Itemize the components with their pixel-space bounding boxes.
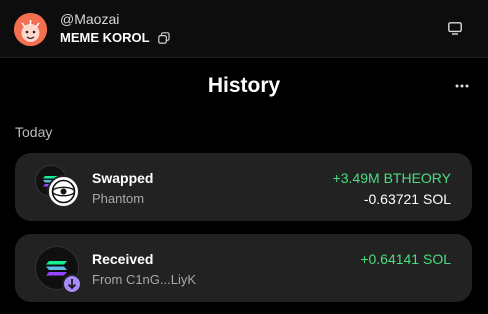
transaction-amount-in: +0.64141 SOL [360, 251, 451, 267]
transaction-card-received[interactable]: Received From C1nG...LiyK +0.64141 SOL [15, 234, 472, 302]
account-handle: @Maozai [60, 11, 120, 27]
account-name: MEME KOROL [60, 30, 150, 45]
transaction-card-swapped[interactable]: Swapped Phantom +3.49M BTHEORY -0.63721 … [15, 153, 472, 221]
theory-token-icon [47, 175, 80, 208]
account-name-row[interactable]: MEME KOROL [60, 30, 170, 45]
page-title: History [207, 74, 281, 97]
swap-token-icons [35, 165, 83, 213]
transaction-title: Swapped [92, 170, 154, 186]
transaction-amount-out: -0.63721 SOL [363, 191, 451, 207]
transaction-amount-in: +3.49M BTHEORY [332, 170, 451, 186]
receive-token-icons [35, 246, 83, 294]
window-icon[interactable] [448, 22, 462, 35]
section-label-today: Today [15, 124, 53, 140]
transaction-title: Received [92, 251, 154, 267]
top-bar: @Maozai MEME KOROL [0, 0, 488, 58]
transaction-subtitle: Phantom [92, 191, 145, 206]
copy-icon[interactable] [157, 31, 170, 44]
transaction-subtitle: From C1nG...LiyK [92, 272, 197, 287]
avatar[interactable] [14, 13, 47, 46]
more-dots-icon[interactable] [454, 78, 470, 94]
arrow-down-icon [62, 274, 82, 294]
cartoon-avatar-icon [14, 13, 47, 46]
